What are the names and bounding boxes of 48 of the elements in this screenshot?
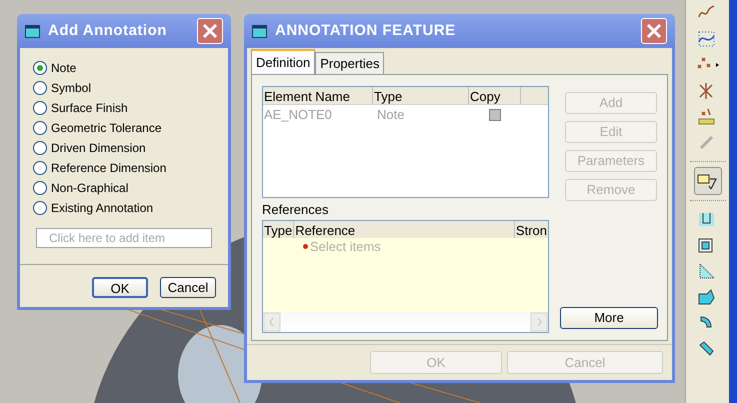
more-button[interactable]: More [560, 307, 658, 329]
radio-option[interactable]: Geometric Tolerance [33, 120, 228, 136]
radio-button[interactable] [33, 121, 47, 135]
column-header: Element Name [263, 87, 373, 104]
radio-option[interactable]: Surface Finish [33, 100, 228, 116]
column-header: Stron [514, 222, 548, 238]
column-header: Reference [293, 220, 515, 238]
close-icon [646, 23, 662, 39]
radio-button[interactable] [33, 141, 47, 155]
toolbar-button[interactable] [694, 167, 722, 195]
radio-option[interactable]: Reference Dimension [33, 160, 228, 176]
close-button[interactable] [197, 18, 223, 44]
window-icon [252, 24, 267, 38]
tab[interactable]: Definition [251, 49, 316, 74]
dialog-button[interactable]: OK [92, 277, 148, 298]
radio-button[interactable] [33, 81, 47, 95]
add-item-field[interactable]: Click here to add item [36, 228, 212, 248]
option-label: Existing Annotation [51, 200, 154, 217]
column-header: Type [263, 222, 294, 238]
tab[interactable]: Properties [315, 52, 384, 74]
column-header: Type [373, 87, 469, 104]
dialog-button[interactable]: Cancel [160, 277, 216, 298]
close-button[interactable] [641, 18, 667, 44]
radio-option[interactable]: Non-Graphical [33, 180, 228, 196]
radio-option[interactable]: Note [33, 60, 228, 76]
window-title: ANNOTATION FEATURE [275, 20, 456, 41]
references-label: References [262, 201, 330, 219]
radio-option[interactable]: Driven Dimension [33, 140, 228, 156]
option-label: Surface Finish [51, 100, 128, 117]
option-label: Symbol [51, 80, 92, 97]
radio-option[interactable]: Symbol [33, 80, 228, 96]
option-label: Non-Graphical [51, 180, 128, 197]
option-label: Driven Dimension [51, 140, 146, 157]
radio-button[interactable] [33, 161, 47, 175]
table-cell-text: Note [376, 106, 406, 124]
table-cell-text: AE_NOTE0 [263, 106, 333, 124]
option-label: Reference Dimension [51, 160, 166, 177]
option-label: Note [51, 60, 76, 77]
radio-option[interactable]: Existing Annotation [33, 200, 228, 216]
window-title: Add Annotation [48, 20, 167, 41]
column-header: Copy [469, 87, 521, 104]
option-label: Geometric Tolerance [51, 120, 162, 137]
window-icon [25, 24, 40, 38]
radio-button[interactable] [33, 101, 47, 115]
radio-button[interactable] [33, 61, 47, 75]
close-icon [202, 23, 218, 39]
radio-button[interactable] [33, 201, 47, 215]
radio-button[interactable] [33, 181, 47, 195]
